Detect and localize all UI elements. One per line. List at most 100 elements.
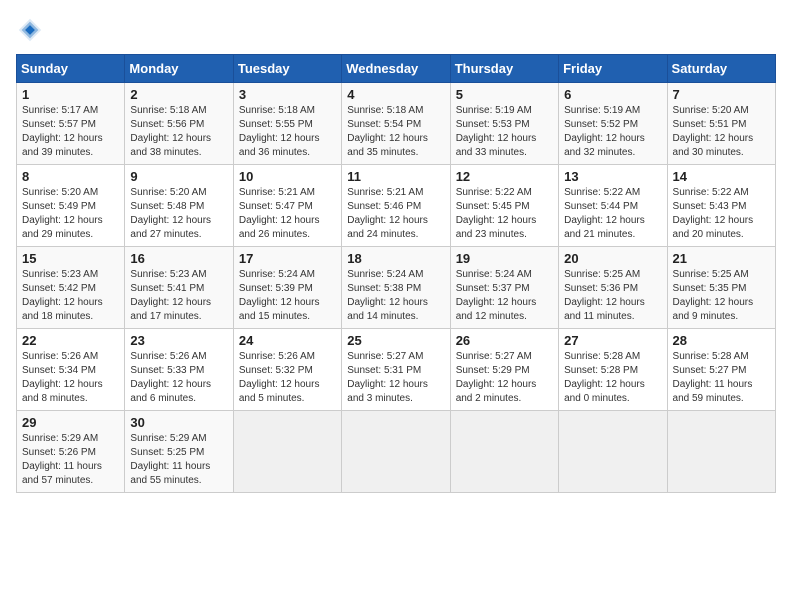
day-cell-26: 26 Sunrise: 5:27 AMSunset: 5:29 PMDayligh… (450, 329, 558, 411)
day-info: Sunrise: 5:21 AMSunset: 5:46 PMDaylight:… (347, 186, 444, 242)
empty-cell (667, 411, 775, 493)
day-number: 15 (22, 251, 119, 266)
day-info: Sunrise: 5:24 AMSunset: 5:37 PMDaylight:… (456, 268, 553, 324)
empty-cell (559, 411, 667, 493)
col-header-tuesday: Tuesday (233, 55, 341, 83)
day-info: Sunrise: 5:20 AMSunset: 5:49 PMDaylight:… (22, 186, 119, 242)
day-cell-9: 9 Sunrise: 5:20 AMSunset: 5:48 PMDaylight… (125, 165, 233, 247)
week-row-4: 22 Sunrise: 5:26 AMSunset: 5:34 PMDayligh… (17, 329, 776, 411)
day-number: 10 (239, 169, 336, 184)
week-row-3: 15 Sunrise: 5:23 AMSunset: 5:42 PMDayligh… (17, 247, 776, 329)
day-cell-8: 8 Sunrise: 5:20 AMSunset: 5:49 PMDaylight… (17, 165, 125, 247)
day-info: Sunrise: 5:18 AMSunset: 5:54 PMDaylight:… (347, 104, 444, 160)
day-info: Sunrise: 5:19 AMSunset: 5:53 PMDaylight:… (456, 104, 553, 160)
day-cell-21: 21Sunrise: 5:25 AMSunset: 5:35 PMDayligh… (667, 247, 775, 329)
day-number: 7 (673, 87, 770, 102)
day-cell-5: 5 Sunrise: 5:19 AMSunset: 5:53 PMDaylight… (450, 83, 558, 165)
day-info: Sunrise: 5:24 AMSunset: 5:38 PMDaylight:… (347, 268, 444, 324)
day-cell-1: 1Sunrise: 5:17 AMSunset: 5:57 PMDaylight… (17, 83, 125, 165)
day-cell-30: 30 Sunrise: 5:29 AMSunset: 5:25 PMDayligh… (125, 411, 233, 493)
day-number: 25 (347, 333, 444, 348)
day-cell-14: 14 Sunrise: 5:22 AMSunset: 5:43 PMDayligh… (667, 165, 775, 247)
empty-cell (450, 411, 558, 493)
day-cell-4: 4Sunrise: 5:18 AMSunset: 5:54 PMDaylight… (342, 83, 450, 165)
day-number: 2 (130, 87, 227, 102)
day-number: 3 (239, 87, 336, 102)
day-cell-10: 10 Sunrise: 5:21 AMSunset: 5:47 PMDayligh… (233, 165, 341, 247)
day-info: Sunrise: 5:29 AMSunset: 5:25 PMDaylight:… (130, 432, 227, 488)
day-cell-13: 13Sunrise: 5:22 AMSunset: 5:44 PMDayligh… (559, 165, 667, 247)
day-info: Sunrise: 5:21 AMSunset: 5:47 PMDaylight:… (239, 186, 336, 242)
day-cell-24: 24 Sunrise: 5:26 AMSunset: 5:32 PMDayligh… (233, 329, 341, 411)
day-cell-7: 7 Sunrise: 5:20 AMSunset: 5:51 PMDaylight… (667, 83, 775, 165)
day-number: 29 (22, 415, 119, 430)
day-number: 12 (456, 169, 553, 184)
day-number: 23 (130, 333, 227, 348)
col-header-monday: Monday (125, 55, 233, 83)
day-number: 30 (130, 415, 227, 430)
day-info: Sunrise: 5:26 AMSunset: 5:32 PMDaylight:… (239, 350, 336, 406)
col-header-sunday: Sunday (17, 55, 125, 83)
logo (16, 16, 48, 44)
day-number: 8 (22, 169, 119, 184)
day-cell-6: 6 Sunrise: 5:19 AMSunset: 5:52 PMDaylight… (559, 83, 667, 165)
day-info: Sunrise: 5:18 AMSunset: 5:56 PMDaylight:… (130, 104, 227, 160)
day-info: Sunrise: 5:23 AMSunset: 5:41 PMDaylight:… (130, 268, 227, 324)
day-cell-18: 18 Sunrise: 5:24 AMSunset: 5:38 PMDayligh… (342, 247, 450, 329)
day-number: 24 (239, 333, 336, 348)
day-info: Sunrise: 5:28 AMSunset: 5:27 PMDaylight:… (673, 350, 770, 406)
day-cell-27: 27Sunrise: 5:28 AMSunset: 5:28 PMDayligh… (559, 329, 667, 411)
day-number: 28 (673, 333, 770, 348)
day-cell-11: 11 Sunrise: 5:21 AMSunset: 5:46 PMDayligh… (342, 165, 450, 247)
calendar-table: SundayMondayTuesdayWednesdayThursdayFrid… (16, 54, 776, 493)
day-info: Sunrise: 5:24 AMSunset: 5:39 PMDaylight:… (239, 268, 336, 324)
day-number: 18 (347, 251, 444, 266)
day-cell-3: 3 Sunrise: 5:18 AMSunset: 5:55 PMDaylight… (233, 83, 341, 165)
day-info: Sunrise: 5:28 AMSunset: 5:28 PMDaylight:… (564, 350, 661, 406)
day-cell-19: 19 Sunrise: 5:24 AMSunset: 5:37 PMDayligh… (450, 247, 558, 329)
day-info: Sunrise: 5:18 AMSunset: 5:55 PMDaylight:… (239, 104, 336, 160)
empty-cell (233, 411, 341, 493)
day-number: 6 (564, 87, 661, 102)
col-header-saturday: Saturday (667, 55, 775, 83)
day-cell-15: 15 Sunrise: 5:23 AMSunset: 5:42 PMDayligh… (17, 247, 125, 329)
day-info: Sunrise: 5:19 AMSunset: 5:52 PMDaylight:… (564, 104, 661, 160)
day-number: 5 (456, 87, 553, 102)
logo-icon (16, 16, 44, 44)
day-number: 21 (673, 251, 770, 266)
day-info: Sunrise: 5:22 AMSunset: 5:43 PMDaylight:… (673, 186, 770, 242)
day-info: Sunrise: 5:22 AMSunset: 5:45 PMDaylight:… (456, 186, 553, 242)
week-row-1: 1Sunrise: 5:17 AMSunset: 5:57 PMDaylight… (17, 83, 776, 165)
day-cell-29: 29 Sunrise: 5:29 AMSunset: 5:26 PMDayligh… (17, 411, 125, 493)
day-number: 1 (22, 87, 119, 102)
day-info: Sunrise: 5:29 AMSunset: 5:26 PMDaylight:… (22, 432, 119, 488)
day-info: Sunrise: 5:26 AMSunset: 5:34 PMDaylight:… (22, 350, 119, 406)
day-info: Sunrise: 5:23 AMSunset: 5:42 PMDaylight:… (22, 268, 119, 324)
day-cell-23: 23 Sunrise: 5:26 AMSunset: 5:33 PMDayligh… (125, 329, 233, 411)
day-info: Sunrise: 5:25 AMSunset: 5:36 PMDaylight:… (564, 268, 661, 324)
day-cell-16: 16 Sunrise: 5:23 AMSunset: 5:41 PMDayligh… (125, 247, 233, 329)
day-info: Sunrise: 5:26 AMSunset: 5:33 PMDaylight:… (130, 350, 227, 406)
day-info: Sunrise: 5:20 AMSunset: 5:48 PMDaylight:… (130, 186, 227, 242)
col-header-wednesday: Wednesday (342, 55, 450, 83)
day-number: 9 (130, 169, 227, 184)
day-number: 26 (456, 333, 553, 348)
page-header (16, 16, 776, 44)
day-number: 14 (673, 169, 770, 184)
col-header-friday: Friday (559, 55, 667, 83)
day-info: Sunrise: 5:20 AMSunset: 5:51 PMDaylight:… (673, 104, 770, 160)
day-number: 16 (130, 251, 227, 266)
day-number: 11 (347, 169, 444, 184)
day-number: 20 (564, 251, 661, 266)
day-info: Sunrise: 5:27 AMSunset: 5:29 PMDaylight:… (456, 350, 553, 406)
day-cell-2: 2 Sunrise: 5:18 AMSunset: 5:56 PMDaylight… (125, 83, 233, 165)
day-number: 19 (456, 251, 553, 266)
week-row-5: 29 Sunrise: 5:29 AMSunset: 5:26 PMDayligh… (17, 411, 776, 493)
day-cell-22: 22 Sunrise: 5:26 AMSunset: 5:34 PMDayligh… (17, 329, 125, 411)
day-info: Sunrise: 5:27 AMSunset: 5:31 PMDaylight:… (347, 350, 444, 406)
day-cell-25: 25 Sunrise: 5:27 AMSunset: 5:31 PMDayligh… (342, 329, 450, 411)
empty-cell (342, 411, 450, 493)
header-row: SundayMondayTuesdayWednesdayThursdayFrid… (17, 55, 776, 83)
day-number: 13 (564, 169, 661, 184)
day-number: 22 (22, 333, 119, 348)
